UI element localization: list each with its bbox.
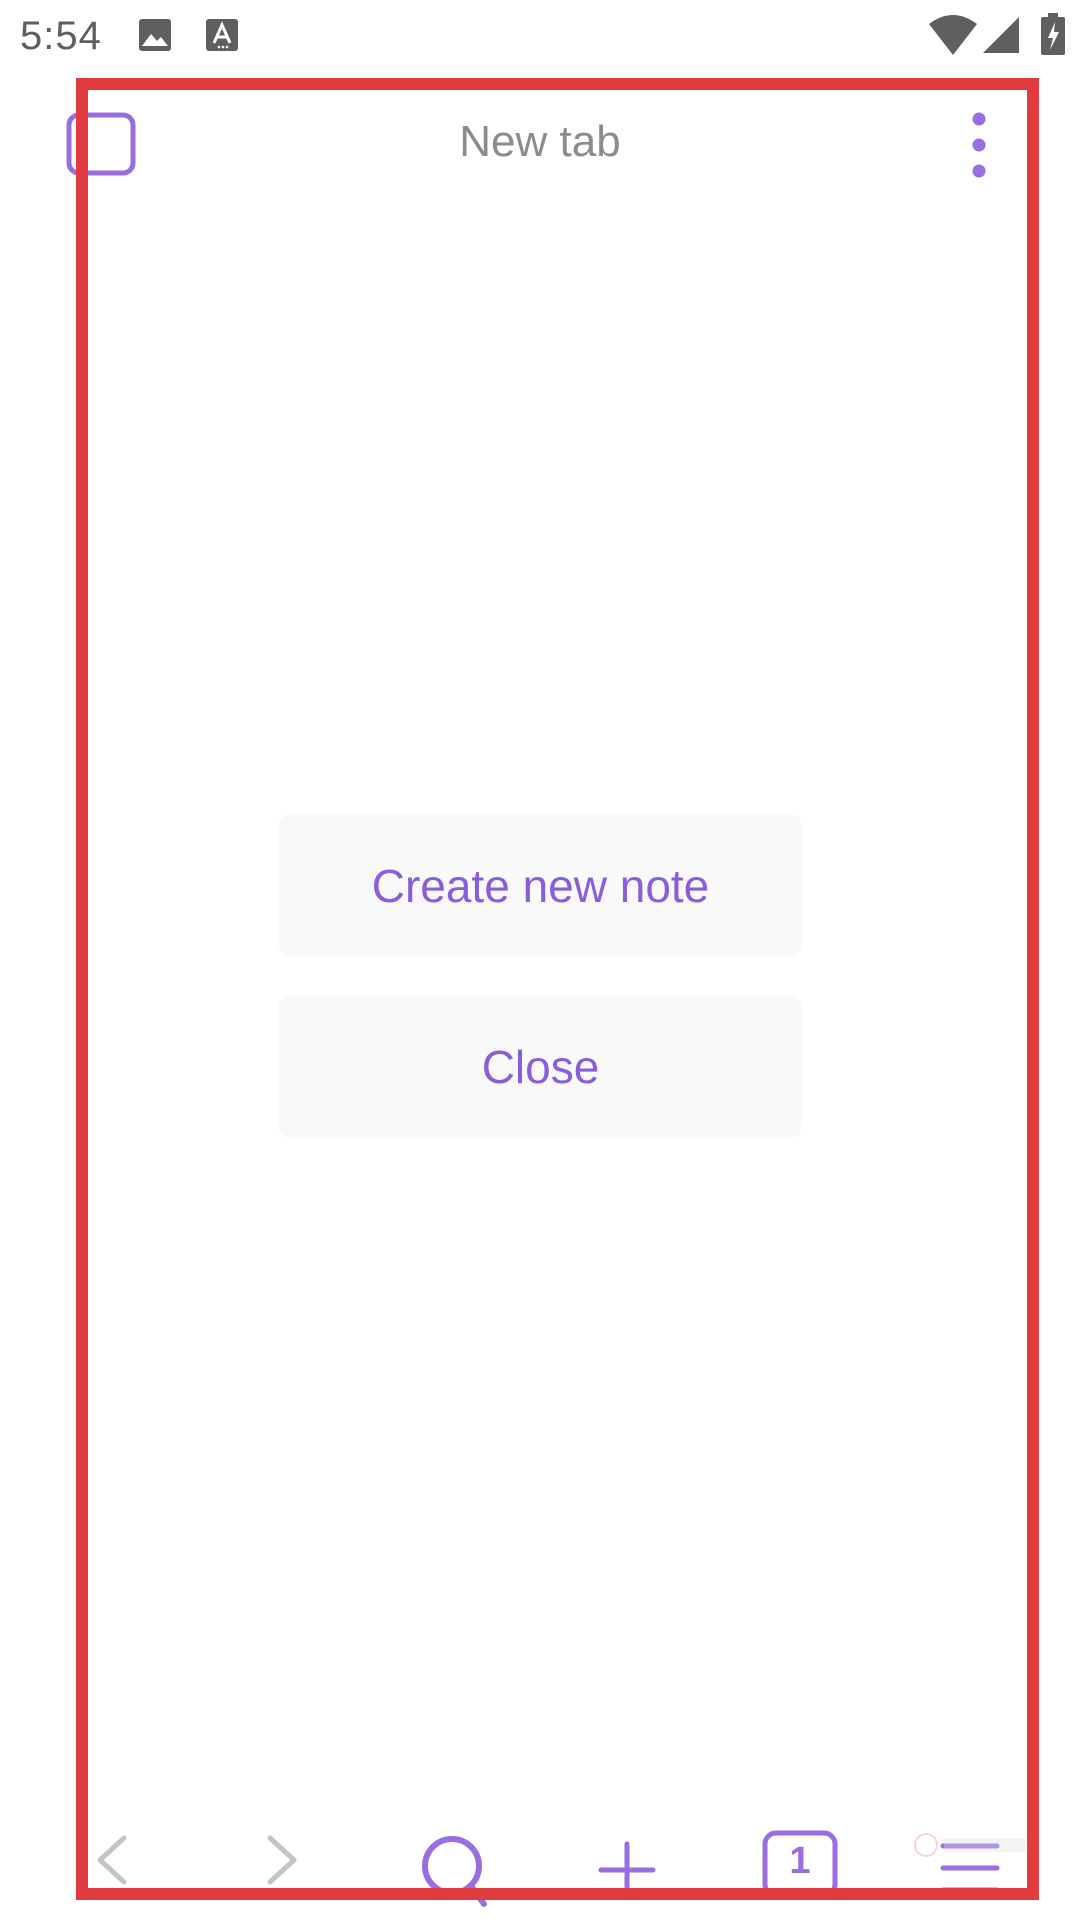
- battery-charging-icon: [1040, 12, 1066, 61]
- search-icon: [422, 1836, 487, 1907]
- wifi-icon: [928, 14, 978, 61]
- status-time: 5:54: [20, 14, 102, 58]
- image-icon: [138, 18, 172, 57]
- close-button[interactable]: Close: [278, 995, 803, 1138]
- status-bar: 5:54: [0, 0, 1080, 74]
- tabs-button[interactable]: 1: [762, 1830, 838, 1920]
- create-new-note-button[interactable]: Create new note: [278, 814, 803, 957]
- highlight-frame: [76, 78, 1039, 1900]
- forward-icon: [267, 1835, 297, 1885]
- top-toolbar: New tab: [0, 95, 1080, 195]
- page-title: New tab: [459, 117, 621, 166]
- forward-button[interactable]: [262, 1830, 304, 1920]
- plus-icon: [598, 1841, 656, 1899]
- more-options-button[interactable]: [964, 107, 994, 183]
- new-tab-button[interactable]: [598, 1830, 656, 1920]
- tab-count: 1: [789, 1840, 811, 1882]
- back-icon: [97, 1835, 127, 1885]
- back-button[interactable]: [90, 1830, 132, 1920]
- watermark-logo: [912, 1830, 1032, 1860]
- font-icon: [205, 18, 239, 57]
- more-vertical-icon: [972, 112, 986, 178]
- signal-icon: [982, 16, 1020, 59]
- search-button[interactable]: [418, 1830, 490, 1920]
